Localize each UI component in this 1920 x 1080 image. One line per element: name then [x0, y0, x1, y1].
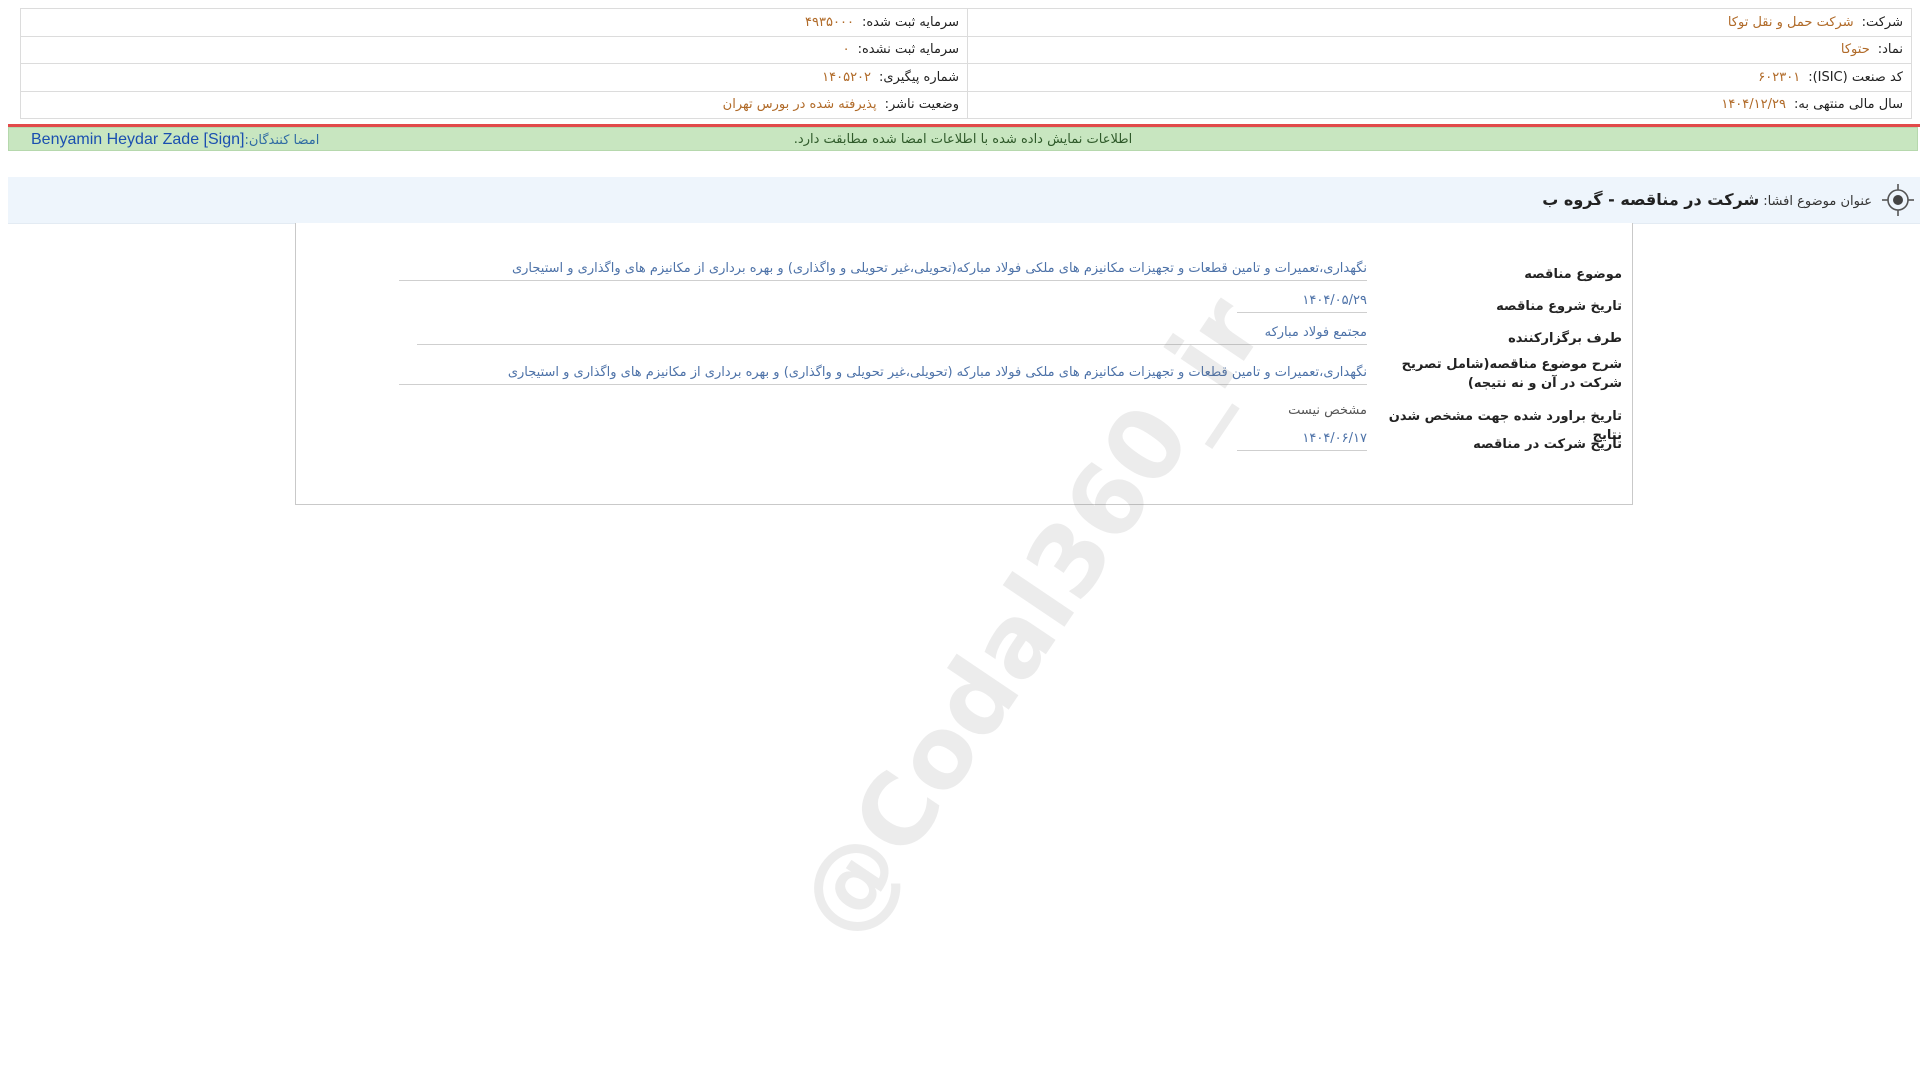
- tender-participation-date-row: تاریخ شرکت در مناقصه ۱۴۰۴/۰۶/۱۷: [302, 431, 1622, 461]
- disclosure-title-bar: عنوان موضوع افشا:شرکت در مناقصه - گروه ب: [8, 177, 1920, 224]
- tender-description-label: شرح موضوع مناقصه(شامل تصریح شرکت در آن و…: [1401, 357, 1622, 391]
- tender-participation-date-value: ۱۴۰۴/۰۶/۱۷: [1237, 431, 1367, 451]
- fiscal-year-label: سال مالی منتهی به:: [1793, 97, 1903, 113]
- symbol-label: نماد:: [1877, 42, 1903, 58]
- tender-subject-label: موضوع مناقصه: [1524, 267, 1622, 282]
- registered-capital-label: سرمایه ثبت شده:: [861, 14, 959, 30]
- tracking-value: ۱۴۰۵۲۰۲: [822, 69, 872, 85]
- tender-description-row: شرح موضوع مناقصه(شامل تصریح شرکت در آن و…: [302, 355, 1622, 395]
- company-info-table: شرکت: شرکت حمل و نقل توکا سرمایه ثبت شده:…: [20, 8, 1912, 119]
- fiscal-year-value: ۱۴۰۴/۱۲/۲۹: [1721, 97, 1786, 113]
- publisher-status-cell: وضعیت ناشر: پذیرفته شده در بورس تهران: [20, 90, 968, 119]
- tender-estimated-result-row: تاریخ براورد شده جهت مشخص شدن نتایج مشخص…: [302, 403, 1622, 443]
- publisher-status-value: پذیرفته شده در بورس تهران: [722, 97, 877, 113]
- tender-form: موضوع مناقصه نگهداری،تعمیرات و تامین قطع…: [295, 223, 1633, 505]
- tracking-label: شماره پیگیری:: [879, 69, 959, 85]
- registered-capital-value: ۴۹۳۵۰۰۰: [805, 14, 854, 30]
- company-cell: شرکت: شرکت حمل و نقل توکا: [967, 8, 1912, 37]
- tender-estimated-result-value: مشخص نیست: [1288, 403, 1367, 418]
- tender-start-date-value: ۱۴۰۴/۰۵/۲۹: [1237, 293, 1367, 313]
- isic-value: ۶۰۲۳۰۱: [1758, 69, 1801, 85]
- signers-value[interactable]: Benyamin Heydar Zade [Sign]: [31, 131, 244, 148]
- symbol-value: حتوکا: [1840, 42, 1870, 58]
- company-value: شرکت حمل و نقل توکا: [1727, 14, 1854, 30]
- tender-start-date-row: تاریخ شروع مناقصه ۱۴۰۴/۰۵/۲۹: [302, 293, 1622, 323]
- tender-start-date-label: تاریخ شروع مناقصه: [1496, 299, 1622, 314]
- isic-label: کد صنعت (ISIC):: [1808, 69, 1903, 85]
- tender-organizer-value: مجتمع فولاد مبارکه: [417, 325, 1367, 345]
- unregistered-capital-cell: سرمایه ثبت نشده: ۰: [20, 35, 968, 64]
- company-label: شرکت:: [1861, 14, 1903, 30]
- publisher-status-label: وضعیت ناشر:: [884, 97, 959, 113]
- isic-cell: کد صنعت (ISIC): ۶۰۲۳۰۱: [967, 63, 1912, 92]
- tracking-cell: شماره پیگیری: ۱۴۰۵۲۰۲: [20, 63, 968, 92]
- symbol-cell: نماد: حتوکا: [967, 35, 1912, 64]
- disclosure-title-value: شرکت در مناقصه - گروه ب: [1542, 190, 1760, 209]
- tender-participation-date-label: تاریخ شرکت در مناقصه: [1473, 437, 1622, 452]
- tender-description-value: نگهداری،تعمیرات و تامین قطعات و تجهیزات …: [399, 365, 1367, 385]
- unregistered-capital-label: سرمایه ثبت نشده:: [857, 42, 959, 58]
- tender-organizer-label: طرف برگزارکننده: [1508, 331, 1622, 346]
- signers: امضا کنندگان:Benyamin Heydar Zade [Sign]: [25, 129, 319, 149]
- registered-capital-cell: سرمایه ثبت شده: ۴۹۳۵۰۰۰: [20, 8, 968, 37]
- target-icon: [1882, 184, 1914, 216]
- fiscal-year-cell: سال مالی منتهی به: ۱۴۰۴/۱۲/۲۹: [967, 90, 1912, 119]
- signers-label: امضا کنندگان:: [244, 133, 320, 148]
- disclosure-title-label: عنوان موضوع افشا:: [1763, 194, 1872, 209]
- verification-bar: اطلاعات نمایش داده شده با اطلاعات امضا ش…: [8, 127, 1918, 151]
- tender-organizer-row: طرف برگزارکننده مجتمع فولاد مبارکه: [302, 325, 1622, 355]
- unregistered-capital-value: ۰: [842, 42, 850, 58]
- tender-subject-row: موضوع مناقصه نگهداری،تعمیرات و تامین قطع…: [302, 261, 1622, 291]
- disclosure-title: عنوان موضوع افشا:شرکت در مناقصه - گروه ب: [1542, 190, 1872, 209]
- tender-subject-value: نگهداری،تعمیرات و تامین قطعات و تجهیزات …: [399, 261, 1367, 281]
